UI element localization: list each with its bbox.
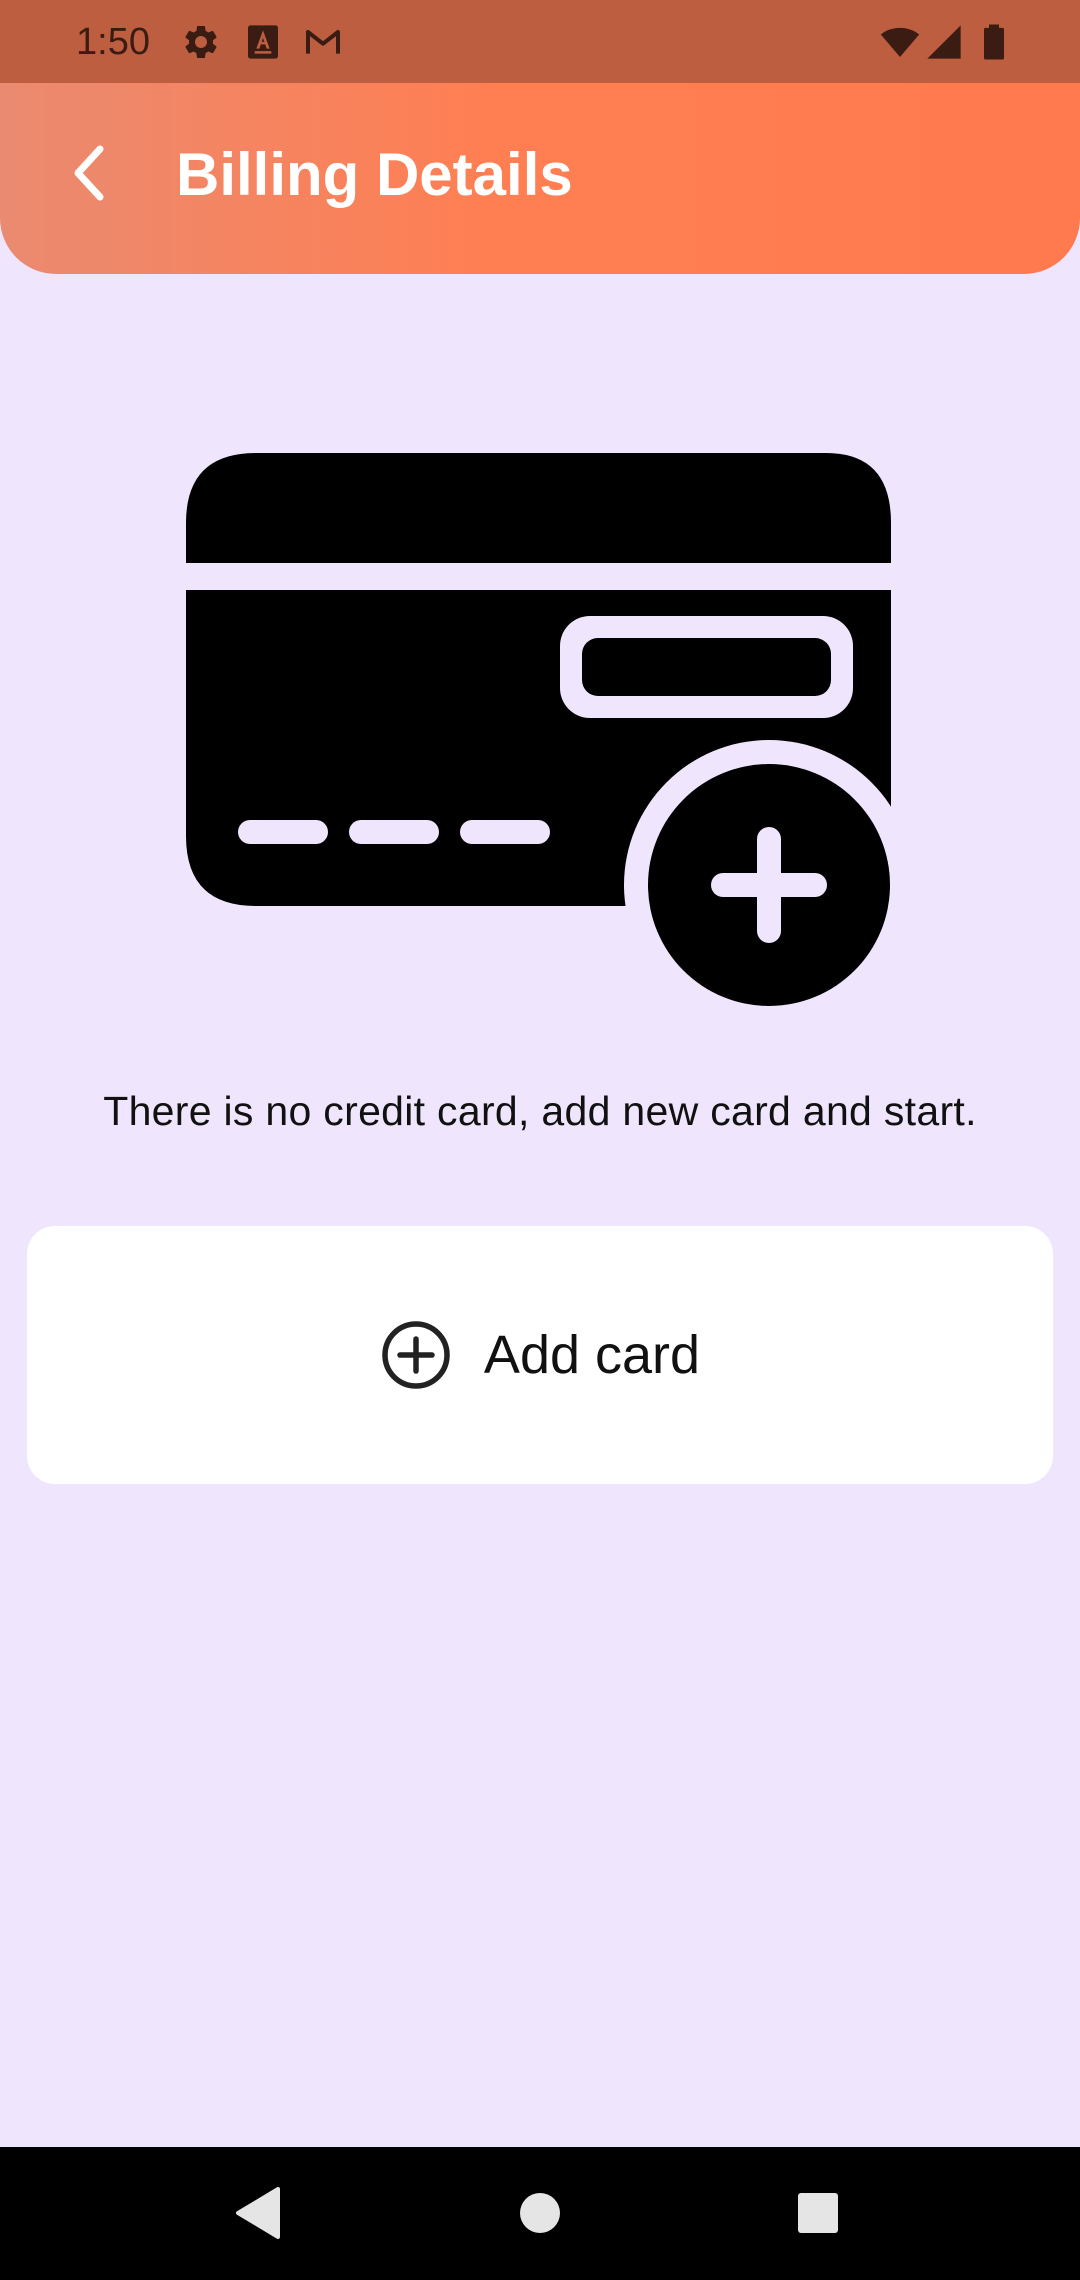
billing-details-screen: 1:50 Billing Details There is no credit … — [0, 0, 1080, 2280]
status-time: 1:50 — [76, 21, 150, 63]
system-navigation-bar — [0, 2147, 1080, 2280]
battery-icon — [984, 24, 1004, 60]
nav-recents-button[interactable] — [778, 2177, 858, 2249]
credit-card-add-icon — [186, 453, 896, 1010]
gmail-icon — [306, 30, 340, 54]
status-bar: 1:50 — [0, 0, 1080, 83]
wifi-icon — [880, 27, 920, 57]
add-card-button[interactable]: Add card — [27, 1226, 1053, 1484]
signal-icon — [927, 25, 961, 59]
keyboard-a-icon — [248, 25, 278, 59]
gear-icon — [185, 25, 217, 58]
empty-state-message: There is no credit card, add new card an… — [103, 1088, 977, 1134]
back-triangle-icon — [236, 2187, 280, 2239]
add-circle-outline-icon — [382, 1321, 450, 1389]
nav-back-button[interactable] — [218, 2177, 298, 2249]
nav-home-button[interactable] — [500, 2177, 580, 2249]
app-bar: Billing Details — [0, 83, 1080, 274]
home-circle-icon — [520, 2193, 560, 2233]
back-button[interactable] — [48, 128, 128, 218]
add-card-label: Add card — [483, 1325, 701, 1385]
add-card-content: Add card — [380, 1319, 700, 1391]
page-title: Billing Details — [176, 141, 573, 208]
recents-square-icon — [798, 2193, 838, 2233]
chevron-left-icon — [74, 145, 104, 201]
